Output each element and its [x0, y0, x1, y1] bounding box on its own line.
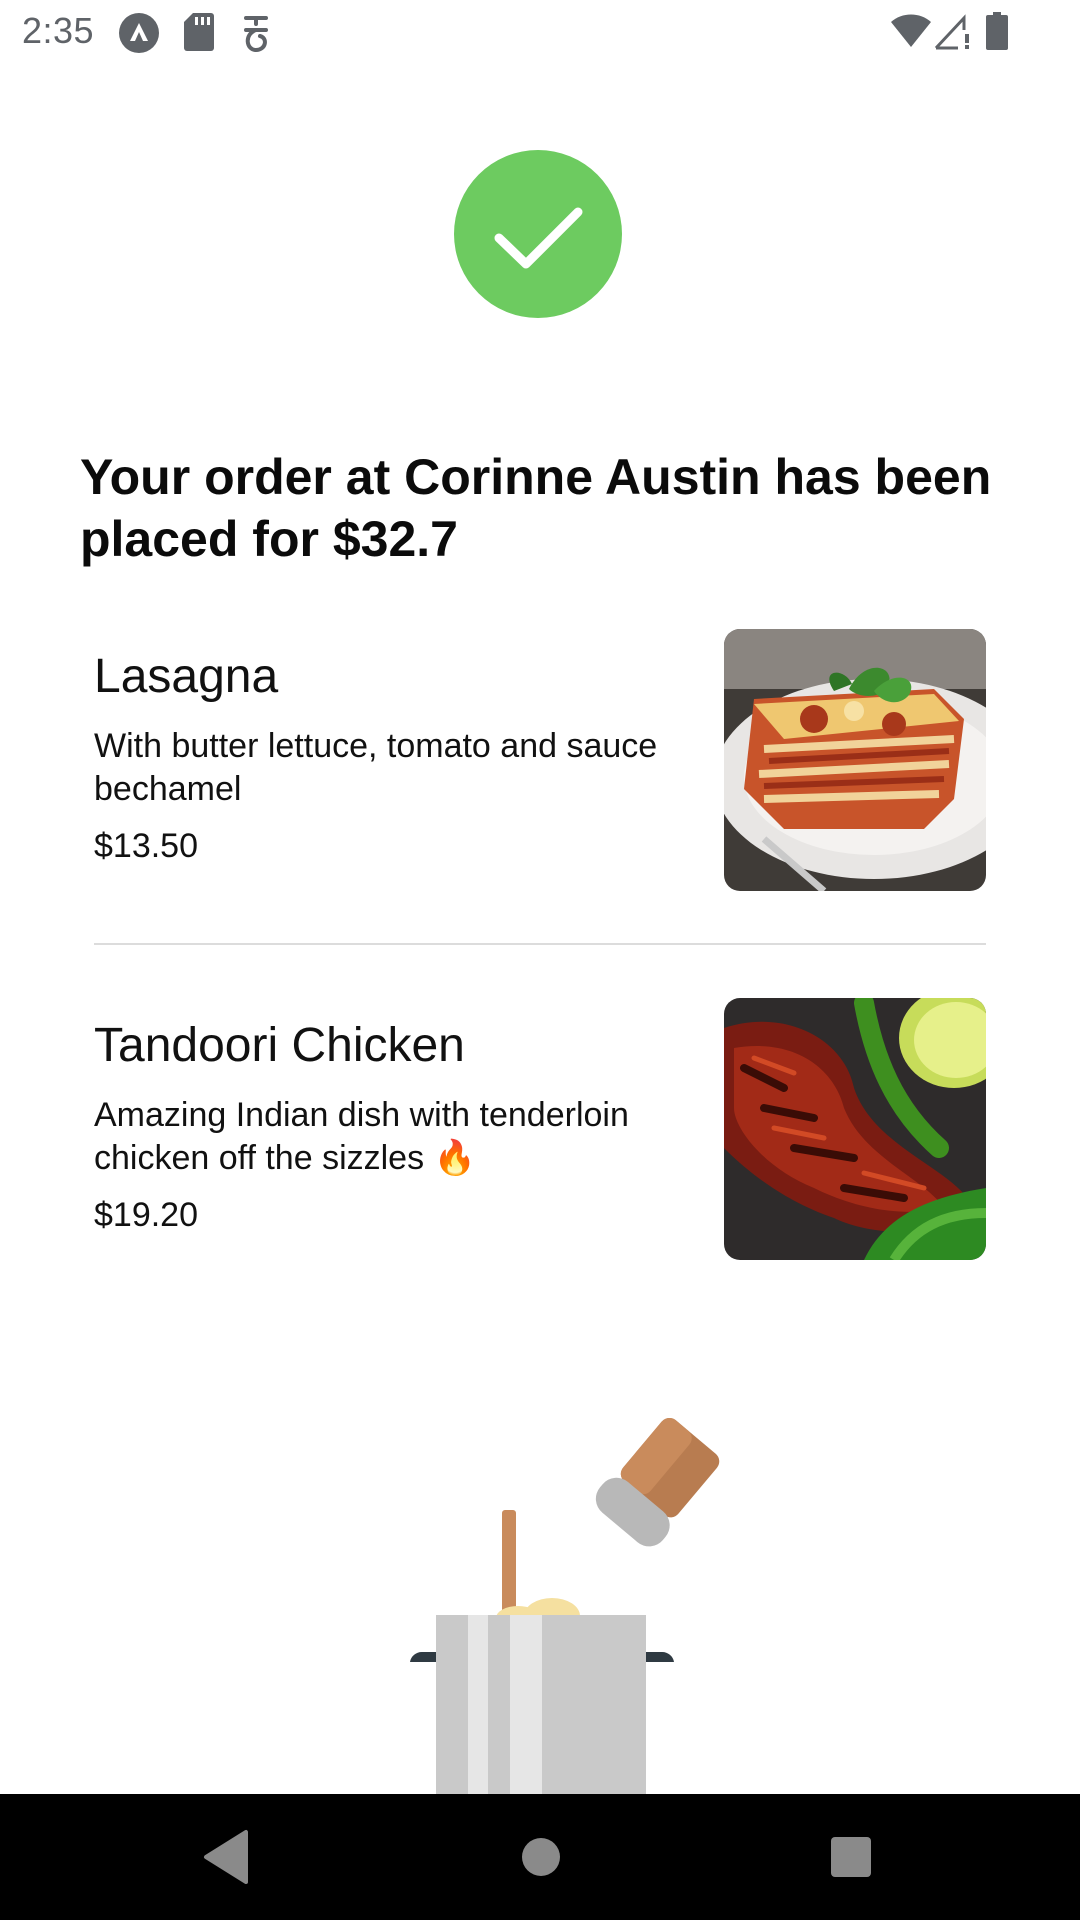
signal-icon — [934, 14, 969, 50]
status-bar: 2:35 — [0, 0, 1080, 64]
order-item: Tandoori Chicken Amazing Indian dish wit… — [94, 998, 986, 1262]
wifi-icon — [891, 14, 931, 47]
cooking-pot-illustration — [410, 1417, 720, 1795]
navigation-bar — [0, 1794, 1080, 1920]
item-description: Amazing Indian dish with tenderloin chic… — [94, 1096, 629, 1177]
order-confirmation-title: Your order at Corinne Austin has been pl… — [80, 449, 992, 567]
accessibility-icon — [244, 16, 268, 53]
lasagna-photo — [724, 629, 986, 891]
item-description: With butter lettuce, tomato and sauce be… — [94, 727, 658, 808]
item-name: Lasagna — [94, 650, 279, 703]
item-divider — [94, 943, 986, 945]
status-time: 2:35 — [22, 10, 95, 51]
sd-card-icon — [184, 13, 214, 51]
order-confirmation-screen: 2:35 Your order at Corinne Austin has be… — [0, 0, 1080, 1920]
battery-icon — [986, 12, 1008, 50]
item-name: Tandoori Chicken — [94, 1019, 465, 1072]
home-icon[interactable] — [510, 1826, 572, 1888]
item-price: $13.50 — [94, 827, 198, 865]
app-a-icon — [119, 13, 159, 53]
back-icon[interactable] — [196, 1826, 258, 1888]
tandoori-chicken-photo — [724, 998, 986, 1260]
success-check-icon — [454, 150, 622, 318]
recents-icon[interactable] — [820, 1826, 882, 1888]
item-price: $19.20 — [94, 1196, 198, 1234]
order-item: Lasagna With butter lettuce, tomato and … — [94, 629, 986, 893]
